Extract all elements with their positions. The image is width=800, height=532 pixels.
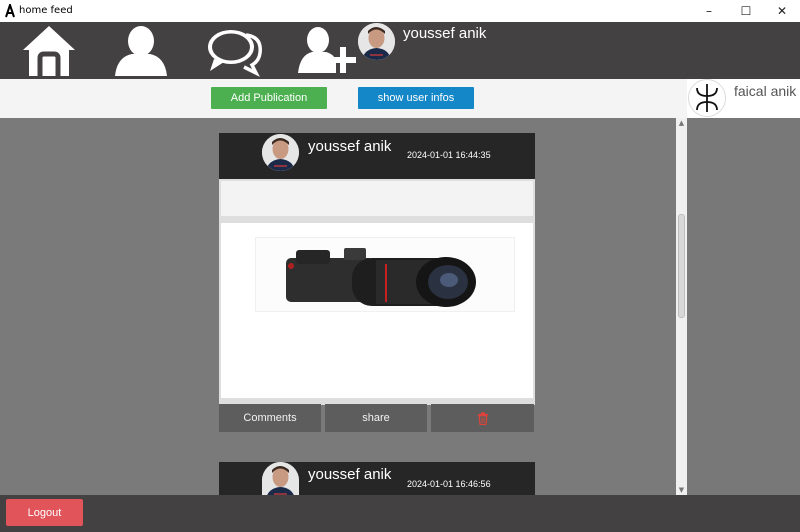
share-button[interactable]: share <box>325 404 427 432</box>
scroll-down-arrow-icon[interactable]: ▼ <box>676 485 687 495</box>
post-image[interactable] <box>255 237 515 312</box>
post-author-avatar[interactable] <box>262 134 299 171</box>
delete-post-button[interactable] <box>431 404 534 432</box>
comments-button[interactable]: Comments <box>219 404 321 432</box>
trash-icon <box>477 411 488 425</box>
show-user-infos-button[interactable]: show user infos <box>358 87 474 109</box>
post-author-name: youssef anik <box>308 466 392 483</box>
friend-avatar <box>688 79 726 117</box>
title-bar <box>0 0 800 22</box>
camera-image-icon <box>286 248 476 307</box>
action-bar <box>0 79 687 118</box>
window-title: home feed <box>19 5 73 16</box>
profile-icon[interactable] <box>111 22 171 79</box>
app-logo-icon <box>5 4 15 18</box>
post-text-area <box>221 181 533 216</box>
add-friend-icon[interactable] <box>295 22 361 79</box>
scroll-up-arrow-icon[interactable]: ▲ <box>676 118 687 128</box>
post-author-avatar[interactable] <box>262 462 299 495</box>
chat-icon[interactable] <box>204 22 264 79</box>
avatar <box>358 23 395 60</box>
current-username: youssef anik <box>403 25 487 42</box>
close-window-button[interactable]: ✕ <box>759 0 800 22</box>
friends-panel <box>687 79 800 495</box>
post-author-name: youssef anik <box>308 138 392 155</box>
friend-name: faical anik <box>734 83 797 99</box>
post-timestamp: 2024-01-01 16:46:56 <box>407 479 491 489</box>
logout-button[interactable]: Logout <box>6 499 83 526</box>
add-publication-button[interactable]: Add Publication <box>211 87 327 109</box>
scrollbar-thumb[interactable] <box>678 214 685 318</box>
post-timestamp: 2024-01-01 16:44:35 <box>407 150 491 160</box>
bottom-bar <box>0 495 800 532</box>
home-icon[interactable] <box>19 22 79 79</box>
